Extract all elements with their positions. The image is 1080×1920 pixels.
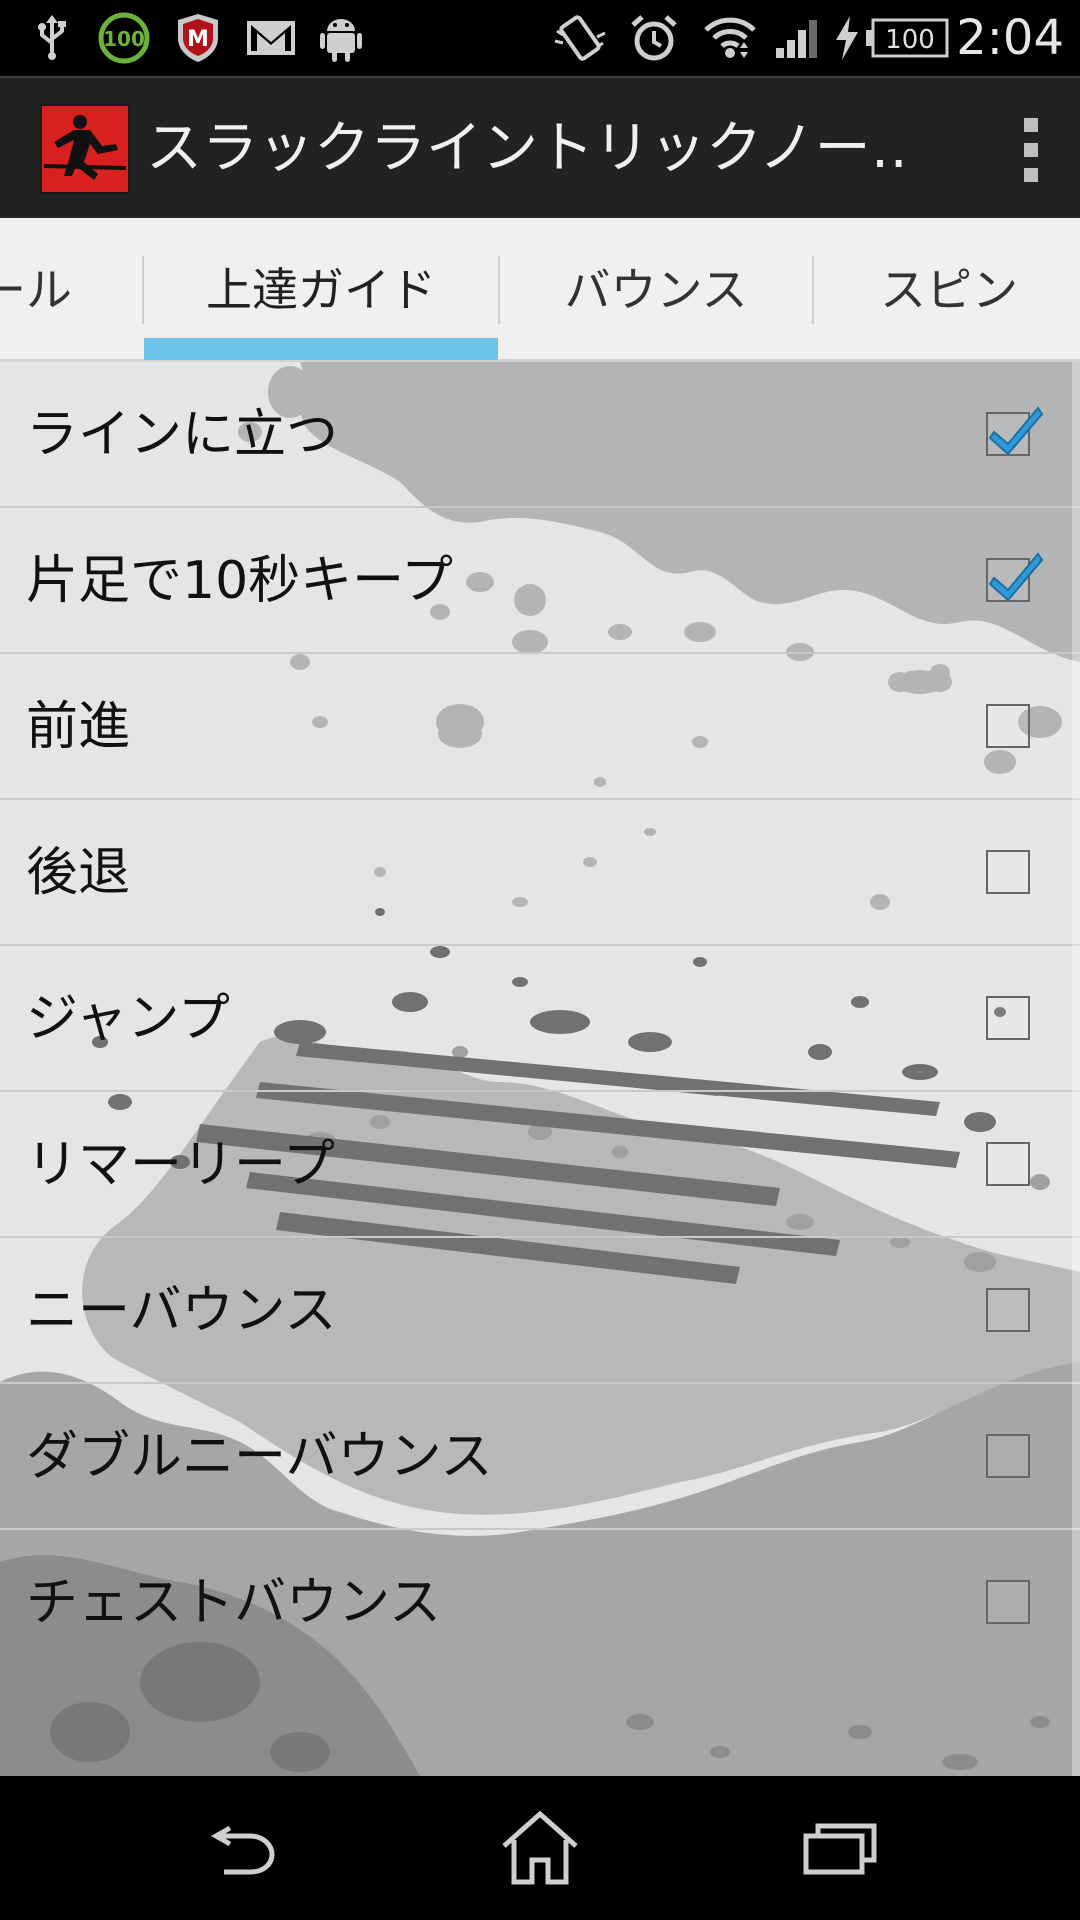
- list-item-label: ラインに立つ: [26, 405, 339, 465]
- android-icon: [316, 0, 366, 76]
- list-item[interactable]: ラインに立つ: [0, 362, 1080, 508]
- overflow-dot: [1024, 118, 1038, 132]
- list-item[interactable]: ダブルニーバウンス: [0, 1384, 1080, 1530]
- list-item[interactable]: 前進: [0, 654, 1080, 800]
- checkbox[interactable]: [986, 1434, 1030, 1478]
- charging-icon: [832, 0, 862, 76]
- nav-bar: [0, 1776, 1080, 1920]
- checkbox[interactable]: [986, 1288, 1030, 1332]
- wifi-icon: [702, 0, 758, 76]
- signal-icon: [772, 0, 822, 76]
- home-icon[interactable]: [450, 1776, 630, 1920]
- list-item-label: 前進: [26, 697, 131, 757]
- tab-strip: ール 上達ガイド バウンス スピン: [0, 218, 1080, 362]
- list-item-label: ニーバウンス: [26, 1281, 337, 1341]
- svg-text:M: M: [187, 27, 209, 52]
- checkbox[interactable]: [986, 552, 1044, 602]
- tab-rules[interactable]: ール: [0, 218, 140, 362]
- overflow-dot: [1024, 168, 1038, 182]
- checkbox[interactable]: [986, 850, 1030, 894]
- alarm-icon: [626, 0, 682, 76]
- badge-text: 100: [103, 27, 145, 51]
- list-item-label: ジャンプ: [26, 989, 230, 1049]
- screen: 100 M 100 2:04 スラックライントリックノー… ール 上達ガイド バ…: [0, 0, 1080, 1920]
- action-bar: スラックライントリックノー…: [0, 76, 1080, 218]
- list-item[interactable]: 後退: [0, 800, 1080, 946]
- list-item[interactable]: リマーリープ: [0, 1092, 1080, 1238]
- list-item[interactable]: ニーバウンス: [0, 1238, 1080, 1384]
- overflow-menu-icon[interactable]: [1016, 118, 1046, 182]
- gmail-icon: [244, 0, 298, 76]
- list-item[interactable]: 片足で10秒キープ: [0, 508, 1080, 654]
- overflow-dot: [1024, 143, 1038, 157]
- checkbox[interactable]: [986, 996, 1030, 1040]
- list-item-label: 片足で10秒キープ: [26, 551, 454, 611]
- trick-list: ラインに立つ 片足で10秒キープ 前進 後退 ジャンプ リマーリープ ニーバウン…: [0, 362, 1080, 1676]
- mcafee-icon: M: [170, 0, 226, 76]
- battery-level-text: 100: [885, 25, 935, 55]
- trick-list-area[interactable]: ラインに立つ 片足で10秒キープ 前進 後退 ジャンプ リマーリープ ニーバウン…: [0, 362, 1080, 1776]
- list-item-label: ダブルニーバウンス: [26, 1427, 493, 1487]
- checkbox[interactable]: [986, 406, 1044, 456]
- tab-spin[interactable]: スピン: [814, 218, 1080, 362]
- back-icon[interactable]: [150, 1776, 330, 1920]
- scrollbar[interactable]: [1072, 362, 1080, 1776]
- status-bar: 100 M 100 2:04: [0, 0, 1080, 76]
- tab-indicator: [144, 338, 498, 360]
- vibrate-icon: [552, 0, 608, 76]
- list-item-label: 後退: [26, 843, 131, 903]
- tab-bounce[interactable]: バウンス: [500, 218, 812, 362]
- battery-icon: 100: [864, 0, 950, 76]
- check-icon: [988, 406, 1044, 456]
- recent-apps-icon[interactable]: [750, 1776, 930, 1920]
- list-item[interactable]: ジャンプ: [0, 946, 1080, 1092]
- usb-icon: [30, 0, 74, 76]
- battery-saver-badge-icon: 100: [96, 0, 152, 76]
- checkbox[interactable]: [986, 704, 1030, 748]
- list-item-label: リマーリープ: [26, 1135, 335, 1195]
- app-title: スラックライントリックノー…: [146, 116, 906, 181]
- checkbox[interactable]: [986, 1580, 1030, 1624]
- checkbox[interactable]: [986, 1142, 1030, 1186]
- check-icon: [988, 552, 1044, 602]
- list-item-label: チェストバウンス: [26, 1573, 441, 1633]
- status-time: 2:04: [956, 10, 1064, 66]
- list-item[interactable]: チェストバウンス: [0, 1530, 1080, 1676]
- app-logo-icon[interactable]: [38, 102, 132, 196]
